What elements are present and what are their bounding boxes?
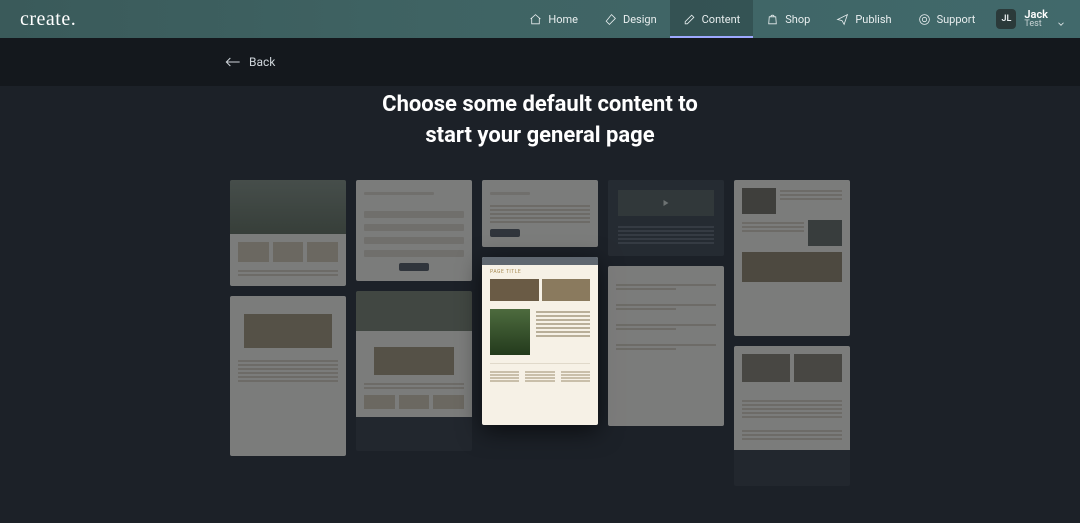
nav-label: Publish	[855, 13, 891, 26]
user-names: Jack Test	[1024, 9, 1048, 29]
template-body	[356, 180, 472, 281]
nav-design[interactable]: Design	[591, 0, 670, 38]
gallery-col	[734, 180, 850, 486]
template-card[interactable]	[356, 291, 472, 451]
nav-content[interactable]: Content	[670, 0, 754, 38]
headline-line-1: Choose some default content to	[382, 92, 698, 117]
chevron-down-icon	[1056, 14, 1066, 24]
template-body	[230, 296, 346, 456]
template-card[interactable]	[734, 180, 850, 336]
template-card[interactable]	[734, 346, 850, 486]
nav-label: Support	[937, 13, 976, 26]
template-body	[734, 390, 850, 450]
main-area: Choose some default content to start you…	[0, 86, 1080, 486]
user-menu[interactable]: JL Jack Test	[996, 0, 1066, 38]
template-body	[230, 234, 346, 286]
gallery-col	[608, 180, 724, 426]
edit-icon	[683, 13, 696, 26]
back-label: Back	[249, 55, 275, 69]
template-hero-image	[230, 180, 346, 234]
template-card[interactable]	[608, 180, 724, 256]
template-heading: PAGE TITLE	[490, 269, 590, 275]
template-gallery: PAGE TITLE	[0, 180, 1080, 486]
template-body	[608, 266, 724, 426]
template-card[interactable]	[608, 266, 724, 426]
page-headline: Choose some default content to start you…	[340, 90, 740, 152]
gallery-col: PAGE TITLE	[482, 180, 598, 425]
nav-shop[interactable]: Shop	[753, 0, 823, 38]
back-button[interactable]: Back	[225, 55, 275, 69]
template-card-selected[interactable]: PAGE TITLE	[482, 257, 598, 425]
template-body	[356, 331, 472, 417]
template-card[interactable]	[482, 180, 598, 247]
brand-logo[interactable]: create.	[20, 8, 76, 31]
template-hero-image	[356, 291, 472, 331]
play-icon	[664, 200, 669, 206]
template-body	[734, 346, 850, 390]
nav-home[interactable]: Home	[516, 0, 591, 38]
template-card[interactable]	[230, 296, 346, 456]
nav-label: Home	[548, 13, 578, 26]
lifebuoy-icon	[918, 13, 931, 26]
template-button-mock	[399, 263, 429, 271]
arrow-left-icon	[225, 56, 241, 68]
send-icon	[836, 13, 849, 26]
home-icon	[529, 13, 542, 26]
gallery-col	[356, 180, 472, 451]
template-body	[482, 180, 598, 247]
template-card[interactable]	[356, 180, 472, 281]
template-body: PAGE TITLE	[482, 257, 598, 392]
user-subtitle: Test	[1024, 20, 1048, 29]
template-body	[608, 180, 724, 256]
brush-icon	[604, 13, 617, 26]
template-thumb-image	[490, 279, 539, 301]
template-card[interactable]	[230, 180, 346, 286]
template-body	[734, 180, 850, 336]
nav-support[interactable]: Support	[905, 0, 989, 38]
nav-label: Design	[623, 13, 657, 26]
avatar: JL	[996, 9, 1016, 29]
headline-line-2: start your general page	[425, 123, 654, 148]
nav-label: Shop	[785, 13, 810, 26]
gallery-col	[230, 180, 346, 456]
primary-nav: Home Design Content Shop Publish	[516, 0, 1066, 38]
template-feature-image	[490, 309, 530, 355]
bag-icon	[766, 13, 779, 26]
template-button-mock	[490, 229, 520, 237]
top-bar: create. Home Design Content Shop	[0, 0, 1080, 38]
back-bar: Back	[0, 38, 1080, 86]
nav-publish[interactable]: Publish	[823, 0, 904, 38]
nav-label: Content	[702, 13, 741, 26]
template-thumb-image	[542, 279, 591, 301]
